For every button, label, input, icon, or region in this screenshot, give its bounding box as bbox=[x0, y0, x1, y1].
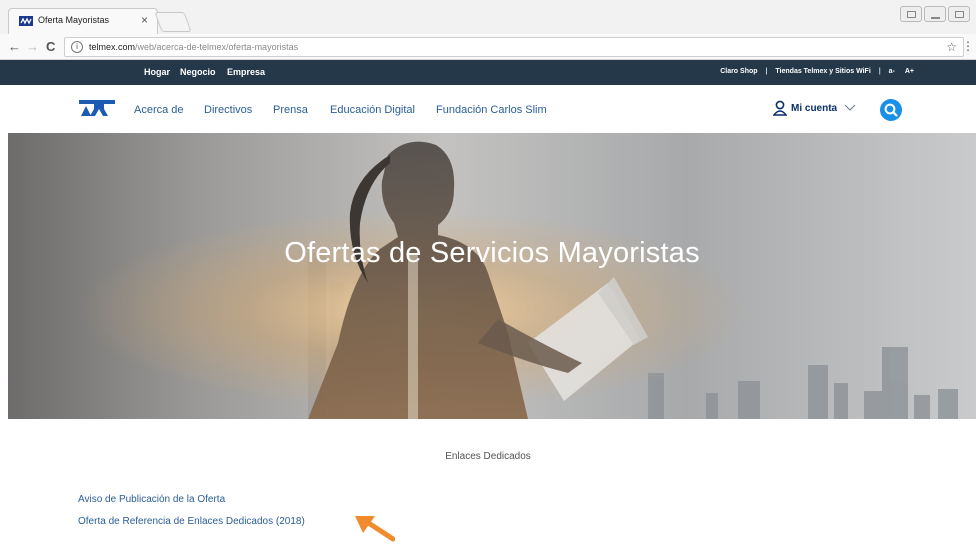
window-controls bbox=[900, 6, 970, 22]
segment-bar: Hogar Negocio Empresa Claro Shop | Tiend… bbox=[0, 60, 976, 85]
user-icon bbox=[773, 100, 787, 116]
font-increase-button[interactable]: A+ bbox=[905, 68, 914, 75]
hero-image bbox=[8, 133, 976, 419]
url-bar[interactable]: i telmex.com/web/acerca-de-telmex/oferta… bbox=[64, 37, 964, 57]
account-label: Mi cuenta bbox=[791, 103, 838, 114]
back-arrow-icon[interactable]: ← bbox=[8, 39, 21, 54]
segment-link-empresa[interactable]: Empresa bbox=[227, 67, 265, 77]
segment-link-negocio[interactable]: Negocio bbox=[180, 67, 216, 77]
new-tab-button[interactable] bbox=[154, 12, 192, 32]
user-profile-button[interactable] bbox=[900, 6, 922, 22]
nav-item-prensa[interactable]: Prensa bbox=[273, 104, 308, 116]
browser-tab[interactable]: Oferta Mayoristas × bbox=[8, 8, 158, 34]
main-nav: Acerca de Directivos Prensa Educación Di… bbox=[0, 85, 976, 133]
forward-arrow-icon[interactable]: → bbox=[26, 39, 39, 54]
search-icon bbox=[884, 103, 898, 117]
document-link-oferta-referencia[interactable]: Oferta de Referencia de Enlaces Dedicado… bbox=[78, 516, 305, 527]
segment-link-hogar[interactable]: Hogar bbox=[144, 67, 170, 77]
tab-title: Oferta Mayoristas bbox=[38, 15, 110, 25]
nav-item-acerca-de[interactable]: Acerca de bbox=[134, 104, 184, 116]
telmex-favicon-icon bbox=[19, 16, 33, 26]
url-host: telmex.com bbox=[89, 42, 136, 52]
section-title: Enlaces Dedicados bbox=[445, 451, 531, 462]
nav-item-fundacion-carlos-slim[interactable]: Fundación Carlos Slim bbox=[436, 104, 547, 116]
telmex-logo-icon[interactable] bbox=[78, 97, 116, 119]
bookmark-star-icon[interactable]: ☆ bbox=[946, 40, 957, 54]
page-title: Ofertas de Servicios Mayoristas bbox=[284, 237, 700, 269]
claro-shop-link[interactable]: Claro Shop bbox=[720, 68, 757, 75]
tab-close-icon[interactable]: × bbox=[141, 13, 148, 27]
browser-toolbar: ← → C i telmex.com/web/acerca-de-telmex/… bbox=[0, 34, 976, 60]
font-decrease-button[interactable]: a- bbox=[889, 68, 895, 75]
info-icon[interactable]: i bbox=[71, 41, 83, 53]
stores-wifi-link[interactable]: Tiendas Telmex y Sitios WiFi bbox=[775, 68, 870, 75]
utility-links: Claro Shop | Tiendas Telmex y Sitios WiF… bbox=[720, 68, 914, 75]
arrow-pointer-icon bbox=[355, 516, 395, 542]
nav-item-educacion-digital[interactable]: Educación Digital bbox=[330, 104, 415, 116]
browser-tabstrip: Oferta Mayoristas × bbox=[0, 0, 976, 34]
maximize-button[interactable] bbox=[948, 6, 970, 22]
minimize-button[interactable] bbox=[924, 6, 946, 22]
browser-menu-icon[interactable]: ⋮ bbox=[962, 39, 974, 53]
separator: | bbox=[878, 68, 881, 75]
reload-icon[interactable]: C bbox=[46, 39, 55, 54]
search-button[interactable] bbox=[880, 99, 902, 121]
url-path: /web/acerca-de-telmex/oferta-mayoristas bbox=[135, 42, 299, 52]
hero-banner: Ofertas de Servicios Mayoristas bbox=[8, 133, 976, 419]
chevron-down-icon bbox=[844, 104, 856, 111]
separator: | bbox=[765, 68, 768, 75]
nav-item-directivos[interactable]: Directivos bbox=[204, 104, 252, 116]
url-text: telmex.com/web/acerca-de-telmex/oferta-m… bbox=[89, 42, 298, 52]
document-link-aviso[interactable]: Aviso de Publicación de la Oferta bbox=[78, 494, 225, 505]
